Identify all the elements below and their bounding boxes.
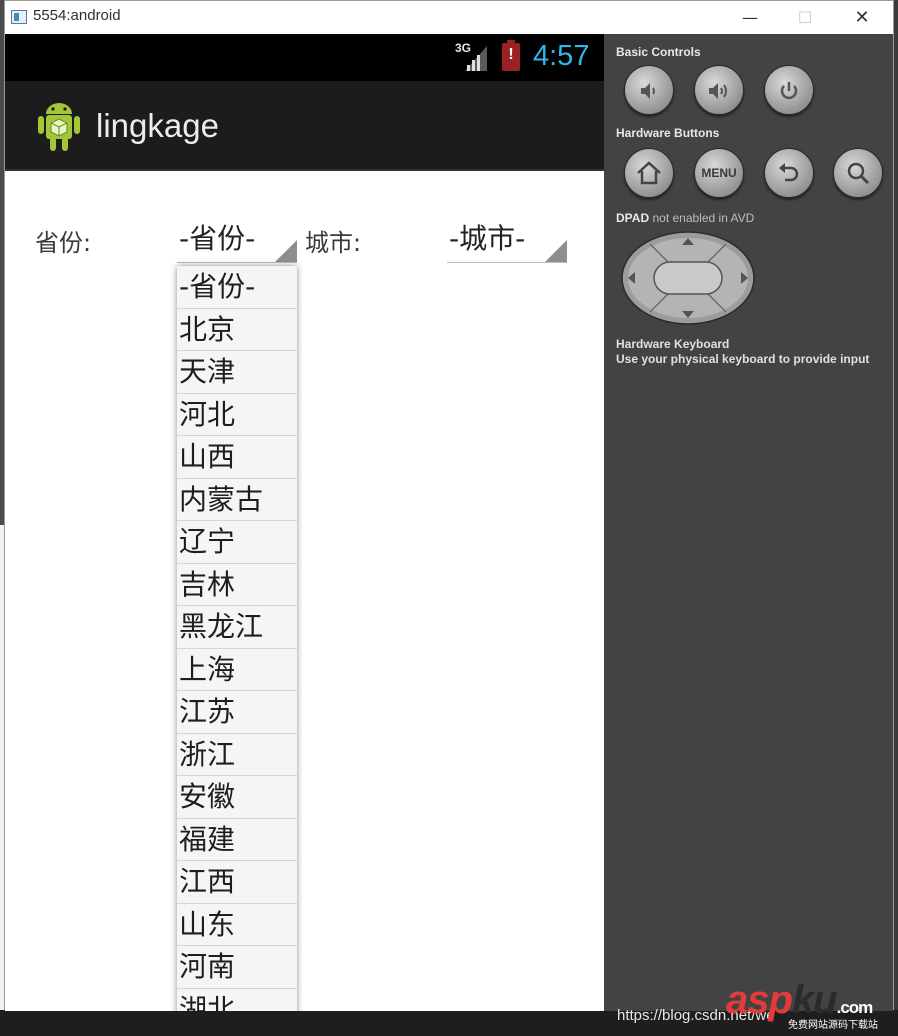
- watermark-subtitle: 免费网站源码下载站: [788, 1020, 878, 1031]
- device-screen: 3G ! 4:57 lingkage 省份: -省份- 城市: -城市- -省份…: [5, 34, 604, 1011]
- window-title: 5554:android: [33, 7, 121, 24]
- watermark-part-a: asp: [726, 978, 793, 1022]
- volume-down-icon: [641, 83, 655, 99]
- city-spinner[interactable]: -城市-: [447, 217, 567, 263]
- dropdown-option[interactable]: 福建: [177, 819, 297, 861]
- signal-icon: [465, 46, 487, 71]
- dropdown-option[interactable]: 天津: [177, 351, 297, 394]
- minimize-button[interactable]: —: [727, 1, 773, 34]
- hardware-buttons-label: Hardware Buttons: [616, 126, 720, 140]
- status-bar: 3G ! 4:57: [5, 34, 604, 81]
- dropdown-option[interactable]: 山东: [177, 904, 297, 946]
- volume-up-icon: [709, 83, 727, 99]
- dropdown-option[interactable]: 安徽: [177, 776, 297, 819]
- dropdown-option[interactable]: 江苏: [177, 691, 297, 734]
- window-titlebar[interactable]: 5554:android — ☐ ✕: [5, 1, 893, 34]
- hardware-keyboard-label: Hardware Keyboard: [616, 337, 730, 351]
- dropdown-option[interactable]: 河北: [177, 394, 297, 436]
- province-spinner[interactable]: -省份-: [177, 217, 297, 263]
- android-app-icon: [38, 103, 80, 151]
- dpad-note: not enabled in AVD: [652, 211, 755, 225]
- hardware-keyboard-info: Hardware Keyboard Use your physical keyb…: [616, 337, 869, 367]
- home-button[interactable]: [624, 148, 674, 198]
- province-spinner-value: -省份-: [179, 222, 256, 255]
- dpad-title: DPAD: [616, 211, 650, 225]
- home-icon: [637, 161, 661, 185]
- dropdown-option[interactable]: -省份-: [177, 266, 297, 309]
- search-icon: [847, 162, 870, 185]
- emulator-controls-panel: Basic Controls Hardware Buttons MENU DPA…: [604, 34, 893, 1011]
- battery-alert-mark: !: [508, 46, 514, 63]
- city-label: 城市:: [305, 229, 362, 257]
- basic-controls-label: Basic Controls: [616, 45, 701, 59]
- volume-down-button[interactable]: [624, 65, 674, 115]
- dropdown-option[interactable]: 山西: [177, 436, 297, 479]
- dropdown-option[interactable]: 内蒙古: [177, 479, 297, 521]
- battery-alert-icon: !: [502, 40, 520, 71]
- menu-button[interactable]: MENU: [694, 148, 744, 198]
- form-content: 省份: -省份- 城市: -城市- -省份- 北京 天津 河北 山西 内蒙古 辽…: [5, 173, 604, 1011]
- back-button[interactable]: [764, 148, 814, 198]
- dropdown-option[interactable]: 上海: [177, 649, 297, 691]
- action-bar: lingkage: [5, 81, 604, 171]
- dropdown-option[interactable]: 黑龙江: [177, 606, 297, 649]
- app-title: lingkage: [96, 107, 219, 144]
- province-label: 省份:: [35, 229, 92, 257]
- dropdown-option[interactable]: 辽宁: [177, 521, 297, 564]
- province-dropdown-list[interactable]: -省份- 北京 天津 河北 山西 内蒙古 辽宁 吉林 黑龙江 上海 江苏 浙江 …: [177, 266, 297, 1011]
- status-clock: 4:57: [533, 40, 590, 72]
- emulator-window: 5554:android — ☐ ✕ 3G ! 4:57 lingkage 省份…: [4, 0, 894, 1011]
- dropdown-option[interactable]: 浙江: [177, 734, 297, 776]
- dpad-control[interactable]: [620, 230, 756, 326]
- spinner-arrow-icon: [275, 240, 297, 262]
- dpad-label: DPAD not enabled in AVD: [616, 211, 754, 225]
- dropdown-option[interactable]: 河南: [177, 946, 297, 989]
- dropdown-option[interactable]: 湖北: [177, 989, 297, 1012]
- app-window-icon: [11, 10, 27, 24]
- search-button[interactable]: [833, 148, 883, 198]
- dropdown-option[interactable]: 北京: [177, 309, 297, 351]
- close-button[interactable]: ✕: [839, 1, 885, 34]
- city-spinner-value: -城市-: [449, 222, 526, 255]
- power-icon: [780, 82, 798, 100]
- back-icon: [779, 163, 799, 182]
- dropdown-option[interactable]: 吉林: [177, 564, 297, 606]
- maximize-button[interactable]: ☐: [782, 1, 828, 34]
- dropdown-option[interactable]: 江西: [177, 861, 297, 904]
- desktop-right-edge: [894, 0, 898, 1036]
- watermark-part-c: .com: [836, 998, 874, 1017]
- spinner-arrow-icon: [545, 240, 567, 262]
- volume-up-button[interactable]: [694, 65, 744, 115]
- power-button[interactable]: [764, 65, 814, 115]
- hardware-keyboard-note: Use your physical keyboard to provide in…: [616, 352, 870, 366]
